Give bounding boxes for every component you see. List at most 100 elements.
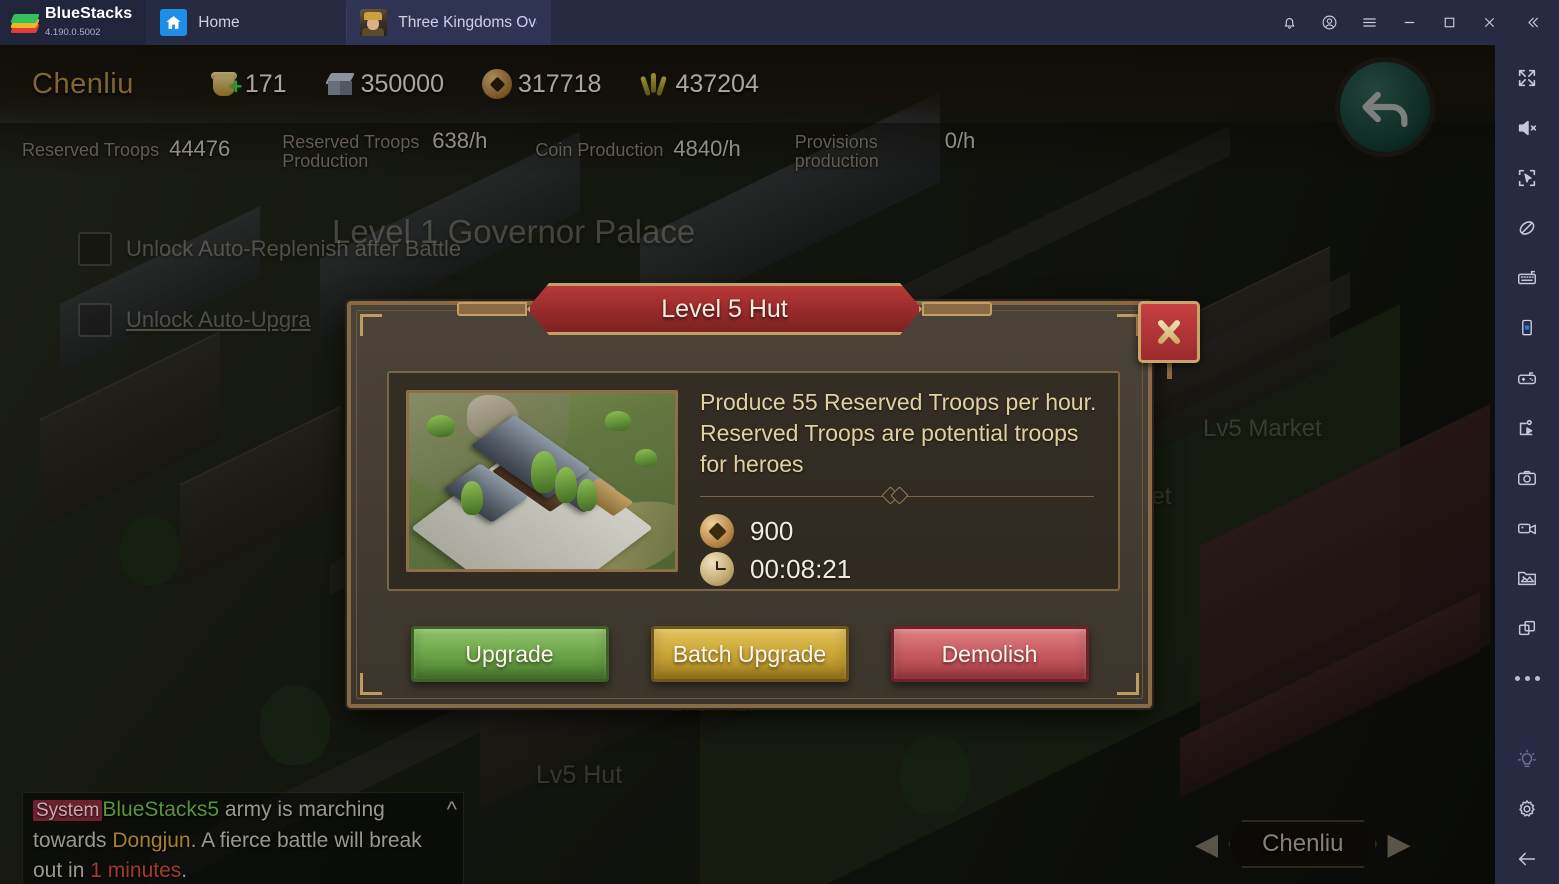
chat-log[interactable]: ^ System BlueStacks5 army is marching tow… [22, 792, 464, 884]
stat-value: 638/h [432, 127, 488, 153]
back-icon[interactable] [1502, 834, 1552, 884]
collapse-sidebar-button[interactable] [1509, 0, 1555, 45]
stat-value: 4840/h [673, 136, 741, 161]
titlebar-spacer [551, 0, 1269, 45]
resource-coin[interactable]: 317718 [482, 69, 601, 99]
bluestacks-version: 4.190.0.5002 [45, 26, 101, 38]
stone-cube-icon [324, 70, 355, 98]
video-record-icon[interactable] [1502, 503, 1552, 553]
dialog-title-plate: Level 5 Hut [527, 283, 922, 335]
upgrade-button[interactable]: Upgrade [410, 626, 609, 682]
bg-label-hut-1: Lv5 Hut [536, 761, 623, 789]
chat-badge: System [33, 800, 103, 821]
production-stats-bar: Reserved Troops 44476 Reserved Troops Pr… [0, 123, 1495, 175]
menu-icon[interactable] [1349, 0, 1389, 45]
chat-part: Dongjun [112, 829, 191, 852]
title-wing-left [457, 302, 527, 316]
building-description: Produce 55 Reserved Troops per hour. Res… [700, 389, 1097, 477]
stat-provisions-production: Provisions production 0/h [795, 128, 976, 171]
checkbox-box[interactable] [78, 303, 112, 337]
building-detail-dialog: Produce 55 Reserved Troops per hour. Res… [347, 283, 1200, 708]
window-controls [1269, 0, 1559, 45]
close-button[interactable] [1469, 0, 1509, 45]
chat-part: 1 minutes [90, 859, 182, 882]
tab-home[interactable]: Home [146, 0, 346, 45]
bg-label-market-1: Lv5 Market [1203, 415, 1322, 442]
fullscreen-icon[interactable] [1502, 53, 1552, 103]
resource-provisions-value: 437204 [675, 69, 759, 98]
checkbox-label: Unlock Auto-Replenish after Battle [126, 236, 462, 261]
notifications-icon[interactable] [1269, 0, 1309, 45]
rotate-screen-icon[interactable] [1502, 303, 1552, 353]
settings-icon[interactable] [1502, 784, 1552, 834]
close-button-stem [1167, 363, 1172, 379]
city-name: Chenliu [32, 67, 134, 100]
checkbox-auto-replenish[interactable]: Unlock Auto-Replenish after Battle [78, 232, 461, 266]
city-selector-name[interactable]: Chenliu [1228, 820, 1377, 868]
stat-label: Reserved Troops Production [282, 131, 420, 171]
bluestacks-titlebar: BlueStacks 4.190.0.5002 Home Three Kingd… [0, 0, 1559, 45]
multi-instance-icon[interactable] [1502, 603, 1552, 653]
chat-scroll-up-icon[interactable]: ^ [447, 797, 457, 823]
screenshot-icon[interactable] [1502, 453, 1552, 503]
game-viewport[interactable]: Level 1 Governor Palace Lv5 Hut Lv5 Hut … [0, 45, 1495, 884]
troop-sack-icon: + [209, 70, 242, 98]
cursor-lock-icon[interactable] [1502, 153, 1552, 203]
dialog-title: Level 5 Hut [661, 294, 788, 323]
gamepad-icon[interactable] [1502, 353, 1552, 403]
chat-line: System BlueStacks5 army is marching towar… [33, 795, 453, 884]
stat-value: 44476 [169, 136, 231, 161]
stat-coin-production: Coin Production 4840/h [535, 136, 740, 162]
city-next-arrow[interactable]: ▶ [1387, 827, 1410, 862]
frame-corner [1117, 314, 1139, 336]
cost-row-coin: 900 [700, 514, 1098, 548]
checkbox-auto-upgrade[interactable]: Unlock Auto-Upgra [78, 303, 311, 337]
stat-label: Coin Production [535, 140, 664, 160]
tab-three-kingdoms-label: Three Kingdoms Ove [398, 13, 538, 31]
account-icon[interactable] [1309, 0, 1349, 45]
resource-troops-value: 171 [244, 69, 287, 98]
more-options-icon[interactable] [1502, 653, 1552, 703]
maximize-button[interactable] [1429, 0, 1469, 45]
clock-icon [700, 552, 734, 586]
bluestacks-sidebar [1495, 45, 1559, 884]
checkbox-box[interactable] [78, 232, 112, 266]
cost-coin-value: 900 [750, 515, 794, 546]
tab-home-label: Home [198, 13, 240, 31]
media-manager-icon[interactable] [1502, 553, 1552, 603]
close-dialog-button[interactable] [1138, 301, 1200, 363]
resource-provisions[interactable]: 437204 [639, 69, 759, 99]
stat-label: Provisions production [794, 131, 879, 171]
batch-upgrade-button[interactable]: Batch Upgrade [650, 626, 849, 682]
stat-reserved-troops-production: Reserved Troops Production 638/h [282, 128, 487, 171]
dialog-title-bar: Level 5 Hut [457, 283, 992, 335]
resource-troops[interactable]: + 171 [209, 70, 287, 99]
stat-value: 0/h [944, 127, 976, 153]
city-prev-arrow[interactable]: ◀ [1195, 827, 1218, 862]
chat-part: . [181, 859, 188, 882]
cost-time-value: 00:08:21 [750, 553, 852, 584]
tab-three-kingdoms[interactable]: Three Kingdoms Ove [346, 0, 552, 45]
ornament-divider [700, 486, 1094, 505]
resource-hud: Chenliu + 171 350000 317718 437204 [0, 45, 1495, 123]
back-arrow-icon [1362, 91, 1408, 128]
coin-icon [482, 69, 512, 99]
stat-reserved-troops: Reserved Troops 44476 [22, 136, 230, 162]
keyboard-controls-icon[interactable] [1502, 253, 1552, 303]
wheat-icon [639, 70, 669, 98]
title-wing-right [922, 302, 992, 316]
close-icon [1155, 318, 1183, 346]
city-selector[interactable]: ◀ Chenliu ▶ [1195, 820, 1411, 868]
minimize-button[interactable] [1389, 0, 1429, 45]
game-avatar-icon [360, 9, 388, 36]
bluestacks-logo: BlueStacks 4.190.0.5002 [0, 0, 147, 45]
tips-icon[interactable] [1502, 734, 1552, 784]
mute-icon[interactable] [1502, 103, 1552, 153]
macro-recorder-icon[interactable] [1502, 403, 1552, 453]
stat-label: Reserved Troops [22, 140, 160, 160]
back-arrow-button[interactable] [1335, 57, 1435, 157]
eco-mode-icon[interactable] [1502, 203, 1552, 253]
building-illustration [406, 390, 678, 572]
resource-stone[interactable]: 350000 [324, 70, 444, 99]
demolish-button[interactable]: Demolish [890, 626, 1089, 682]
